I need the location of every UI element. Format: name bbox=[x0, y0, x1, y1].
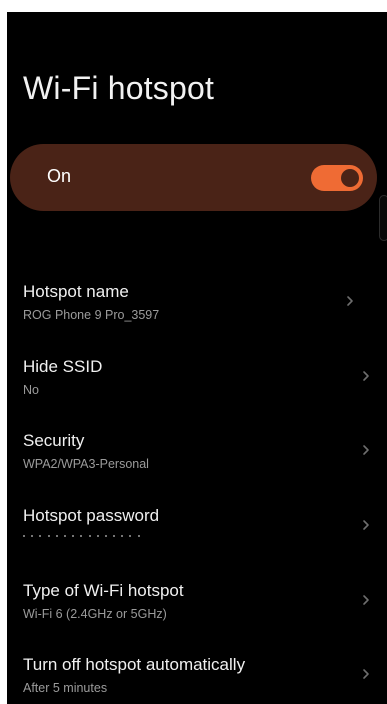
chevron-right-icon bbox=[363, 371, 369, 381]
chevron-right-icon bbox=[347, 296, 353, 306]
setting-hide-ssid[interactable]: Hide SSID No bbox=[7, 357, 387, 421]
setting-value: No bbox=[23, 383, 39, 397]
hotspot-master-toggle[interactable]: On bbox=[10, 144, 377, 211]
setting-security[interactable]: Security WPA2/WPA3-Personal bbox=[7, 431, 387, 495]
page-title: Wi-Fi hotspot bbox=[23, 70, 215, 106]
hotspot-settings-screen: Wi-Fi hotspot On Hotspot name ROG Phone … bbox=[7, 12, 387, 704]
hotspot-switch[interactable] bbox=[311, 165, 363, 191]
setting-value: ROG Phone 9 Pro_3597 bbox=[23, 308, 160, 322]
setting-title: Hotspot name bbox=[23, 282, 129, 301]
setting-value: Wi-Fi 6 (2.4GHz or 5GHz) bbox=[23, 607, 167, 621]
switch-knob bbox=[341, 169, 359, 187]
password-mask bbox=[23, 535, 146, 541]
chevron-right-icon bbox=[363, 669, 369, 679]
setting-title: Turn off hotspot automatically bbox=[23, 655, 246, 674]
chevron-right-icon bbox=[363, 445, 369, 455]
setting-hotspot-password[interactable]: Hotspot password bbox=[7, 506, 387, 570]
setting-value: WPA2/WPA3-Personal bbox=[23, 457, 149, 471]
master-toggle-label: On bbox=[47, 166, 72, 186]
setting-wifi-hotspot-type[interactable]: Type of Wi-Fi hotspot Wi-Fi 6 (2.4GHz or… bbox=[7, 581, 387, 645]
edge-handle[interactable] bbox=[379, 195, 387, 241]
setting-auto-turn-off[interactable]: Turn off hotspot automatically After 5 m… bbox=[7, 655, 387, 704]
setting-hotspot-name[interactable]: Hotspot name ROG Phone 9 Pro_3597 bbox=[7, 282, 387, 346]
setting-value: After 5 minutes bbox=[23, 681, 108, 695]
chevron-right-icon bbox=[363, 520, 369, 530]
chevron-right-icon bbox=[363, 595, 369, 605]
setting-title: Type of Wi-Fi hotspot bbox=[23, 581, 184, 600]
setting-title: Hotspot password bbox=[23, 506, 160, 525]
setting-title: Security bbox=[23, 431, 85, 450]
setting-title: Hide SSID bbox=[23, 357, 103, 376]
